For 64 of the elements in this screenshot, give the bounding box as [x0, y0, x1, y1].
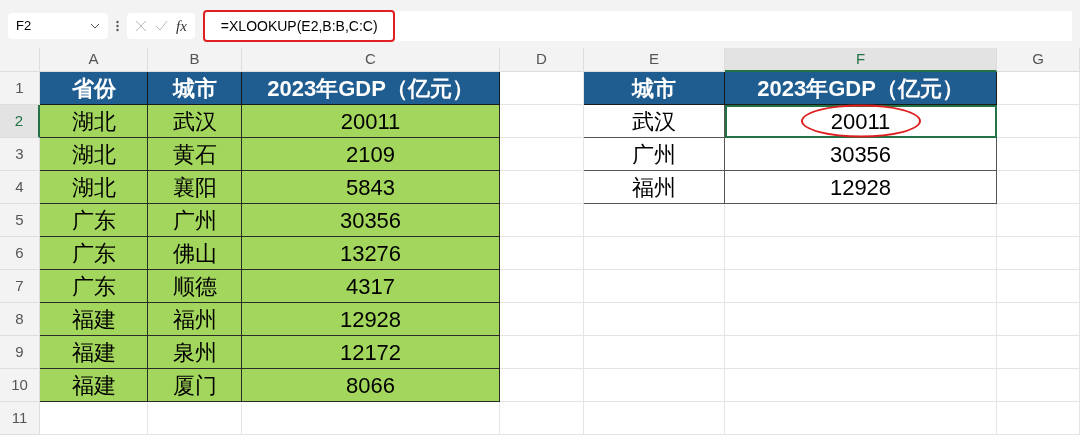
table-cell: 2109 — [242, 138, 500, 171]
table-cell: 30356 — [725, 138, 997, 171]
table-cell: 2023年GDP（亿元） — [242, 72, 500, 105]
row-header[interactable]: 9 — [0, 336, 40, 369]
table-cell: 12928 — [725, 171, 997, 204]
row-header[interactable]: 5 — [0, 204, 40, 237]
table-cell: 2023年GDP（亿元） — [725, 72, 997, 105]
row-header[interactable]: 8 — [0, 303, 40, 336]
table-cell: 广州 — [148, 204, 242, 237]
select-all-corner[interactable] — [0, 48, 40, 72]
table-cell: 20011 — [242, 105, 500, 138]
table-cell: 武汉 — [584, 105, 725, 138]
table-cell: 13276 — [242, 237, 500, 270]
row-header[interactable]: 7 — [0, 270, 40, 303]
table-cell: 泉州 — [148, 336, 242, 369]
column-header[interactable]: G — [997, 48, 1080, 72]
row-header[interactable]: 2 — [0, 105, 40, 138]
table-cell: 8066 — [242, 369, 500, 402]
chevron-down-icon — [90, 23, 100, 29]
table-cell: 城市 — [148, 72, 242, 105]
table-cell: 黄石 — [148, 138, 242, 171]
table-cell: 襄阳 — [148, 171, 242, 204]
table-cell: 福建 — [40, 336, 148, 369]
table-cell: 湖北 — [40, 105, 148, 138]
table-cell: 福建 — [40, 303, 148, 336]
more-icon — [116, 20, 119, 32]
table-cell: 20011 — [725, 105, 997, 138]
table-cell: 省份 — [40, 72, 148, 105]
table-cell: 广东 — [40, 204, 148, 237]
table-cell: 福建 — [40, 369, 148, 402]
row-header[interactable]: 1 — [0, 72, 40, 105]
table-cell: 福州 — [148, 303, 242, 336]
table-cell: 福州 — [584, 171, 725, 204]
table-cell: 12172 — [242, 336, 500, 369]
check-icon[interactable] — [155, 20, 168, 32]
row-header[interactable]: 3 — [0, 138, 40, 171]
row-header[interactable]: 11 — [0, 402, 40, 435]
table-cell: 城市 — [584, 72, 725, 105]
table-cell: 广东 — [40, 270, 148, 303]
table-cell: 30356 — [242, 204, 500, 237]
column-header[interactable]: E — [584, 48, 725, 72]
table-cell: 12928 — [242, 303, 500, 336]
table-cell: 湖北 — [40, 138, 148, 171]
table-cell: 武汉 — [148, 105, 242, 138]
name-box[interactable]: F2 — [8, 13, 108, 39]
column-header[interactable]: F — [725, 48, 997, 72]
column-header[interactable]: A — [40, 48, 148, 72]
table-cell: 5843 — [242, 171, 500, 204]
row-header[interactable]: 4 — [0, 171, 40, 204]
row-header[interactable]: 10 — [0, 369, 40, 402]
table-cell: 厦门 — [148, 369, 242, 402]
formula-field[interactable]: =XLOOKUP(E2,B:B,C:C) — [202, 10, 395, 42]
row-header[interactable]: 6 — [0, 237, 40, 270]
column-header[interactable]: D — [500, 48, 584, 72]
table-cell: 广州 — [584, 138, 725, 171]
close-icon[interactable] — [135, 20, 147, 32]
table-cell: 4317 — [242, 270, 500, 303]
table-cell: 佛山 — [148, 237, 242, 270]
column-header[interactable]: B — [148, 48, 242, 72]
table-cell: 湖北 — [40, 171, 148, 204]
table-cell: 广东 — [40, 237, 148, 270]
column-header[interactable]: C — [242, 48, 500, 72]
fx-label[interactable]: fx — [176, 14, 187, 38]
table-cell: 顺德 — [148, 270, 242, 303]
